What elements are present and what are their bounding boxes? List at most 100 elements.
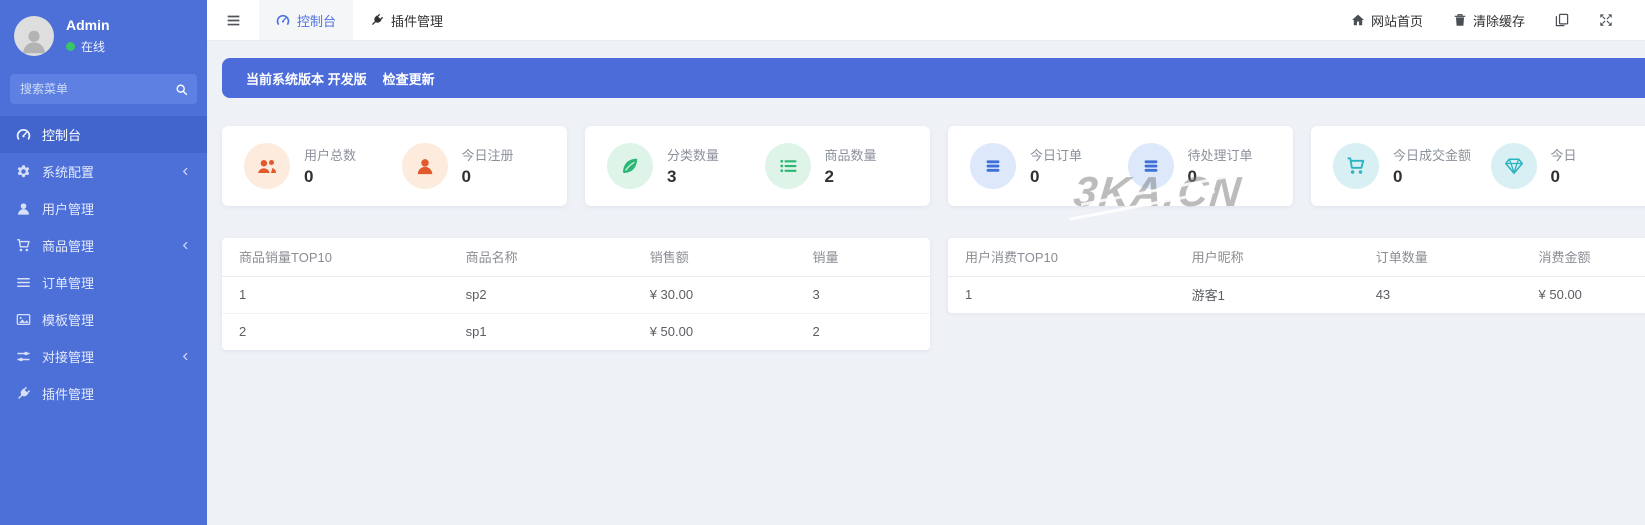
search-input[interactable]: [20, 82, 175, 96]
bars-icon: [1127, 143, 1174, 189]
stat-value: 3: [667, 167, 677, 186]
user-spending-table: 用户消费TOP10 用户昵称 订单数量 消费金额 1 游客1 43 ¥ 50.0…: [948, 238, 1645, 313]
cart-icon: [1333, 143, 1379, 189]
sidebar-item-plugin-management[interactable]: 插件管理: [0, 375, 207, 412]
diamond-icon: [1490, 143, 1537, 189]
stat-value: 0: [1393, 167, 1403, 186]
plug-icon: [370, 13, 384, 27]
chevron-left-icon: [180, 240, 191, 251]
cell-sales-count: 2: [812, 324, 820, 340]
sidebar-item-label: 系统配置: [42, 165, 95, 180]
sidebar-item-user-management[interactable]: 用户管理: [0, 190, 207, 227]
sidebar-item-label: 订单管理: [42, 276, 95, 291]
column-header: 订单数量: [1365, 238, 1529, 277]
tables-row: 商品销量TOP10 商品名称 销售额 销量 1 sp2 ¥ 30.00 3 2 …: [222, 238, 1645, 350]
sidebar-item-dashboard[interactable]: 控制台: [0, 116, 207, 153]
template-icon: [16, 312, 31, 327]
sidebar-item-order-management[interactable]: 订单管理: [0, 264, 207, 301]
tab-plugin-management[interactable]: 插件管理: [353, 0, 460, 40]
online-status-dot: [66, 42, 75, 51]
cell-rank: 2: [239, 324, 247, 340]
dashboard-icon: [276, 13, 290, 27]
stat-card-catalog: 分类数量 3 商品数量 2: [585, 126, 930, 206]
stat-today-other: 今日 0: [1490, 143, 1645, 189]
stat-card-users: 用户总数 0 今日注册 0: [222, 126, 567, 206]
user-icon: [16, 201, 31, 216]
tab-dashboard[interactable]: 控制台: [259, 0, 354, 40]
leaf-icon: [607, 143, 653, 189]
site-home-label: 网站首页: [1370, 13, 1423, 29]
stat-total-users: 用户总数 0: [244, 143, 402, 189]
cell-sales-count: 3: [802, 276, 930, 314]
stat-pending-orders: 待处理订单 0: [1127, 143, 1286, 189]
main-content: 当前系统版本 开发版 检查更新 用户总数 0 今日注册 0 分类数量 3 商品数…: [207, 41, 1645, 525]
cell-spend-amount: ¥ 50.00: [1538, 287, 1582, 303]
cart-icon: [16, 238, 31, 253]
version-alert-bar: 当前系统版本 开发版 检查更新: [222, 58, 1645, 98]
table-row: 1 游客1 43 ¥ 50.00: [948, 276, 1645, 313]
sidebar-item-template-management[interactable]: 模板管理: [0, 301, 207, 338]
chevron-left-icon: [180, 351, 191, 362]
site-home-link[interactable]: 网站首页: [1351, 11, 1423, 30]
search-icon[interactable]: [175, 83, 188, 96]
check-update-link[interactable]: 检查更新: [383, 69, 435, 88]
copy-icon: [1555, 13, 1569, 27]
list-icon: [16, 275, 31, 290]
bars-icon: [970, 143, 1016, 189]
menu-search: [10, 74, 197, 104]
fullscreen-button[interactable]: [1599, 13, 1613, 27]
table-title: 用户消费TOP10: [948, 238, 1182, 277]
users-icon: [244, 143, 290, 189]
copy-button[interactable]: [1555, 13, 1569, 27]
trash-icon: [1453, 13, 1467, 27]
clear-cache-button[interactable]: 清除缓存: [1453, 11, 1525, 30]
sidebar-item-label: 用户管理: [42, 202, 95, 217]
stat-value: 0: [304, 167, 314, 186]
column-header: 商品名称: [455, 238, 640, 277]
table-row: 2 sp1 ¥ 50.00 2: [222, 313, 930, 350]
stat-cards-row: 用户总数 0 今日注册 0 分类数量 3 商品数量 2 今日订单 0 待处理订单…: [222, 126, 1645, 206]
sidebar-toggle-button[interactable]: [207, 0, 259, 40]
column-header: 销售额: [639, 238, 803, 277]
stat-label: 今日订单: [1030, 148, 1083, 163]
user-name: Admin: [66, 17, 110, 33]
sidebar-item-integration-management[interactable]: 对接管理: [0, 338, 207, 375]
online-status-label: 在线: [81, 40, 106, 54]
stat-product-count: 商品数量 2: [764, 143, 923, 189]
stat-label: 今日注册: [461, 148, 514, 163]
stat-label: 商品数量: [824, 148, 877, 163]
sidebar: Admin 在线 控制台 系统配置 用户管理 商品管理: [0, 0, 207, 525]
stat-label: 待处理订单: [1187, 148, 1253, 163]
column-header: 销量: [802, 238, 930, 277]
stat-category-count: 分类数量 3: [607, 143, 765, 189]
sidebar-item-label: 插件管理: [42, 387, 95, 402]
user-panel: Admin 在线: [0, 0, 207, 66]
user-icon: [401, 143, 448, 189]
stat-value: 2: [824, 167, 834, 186]
sidebar-item-label: 对接管理: [42, 350, 95, 365]
sidebar-item-product-management[interactable]: 商品管理: [0, 227, 207, 264]
stat-value: 0: [1030, 167, 1040, 186]
stat-value: 0: [461, 167, 471, 186]
chevron-left-icon: [180, 166, 191, 177]
sidebar-item-label: 商品管理: [42, 239, 95, 254]
table-header-row: 用户消费TOP10 用户昵称 订单数量 消费金额: [948, 238, 1645, 277]
person-icon: [19, 26, 49, 56]
avatar[interactable]: [14, 16, 54, 56]
sidebar-item-system-config[interactable]: 系统配置: [0, 153, 207, 190]
sidebar-menu: 控制台 系统配置 用户管理 商品管理 订单管理 模板管理 对接管理 插件管理: [0, 116, 207, 412]
hamburger-icon: [225, 12, 242, 29]
cell-sales-amount: ¥ 30.00: [639, 276, 803, 314]
stat-value: 0: [1187, 167, 1197, 186]
stat-card-revenue: 今日成交金额 0 今日 0: [1311, 126, 1645, 206]
stat-today-revenue: 今日成交金额 0: [1333, 143, 1491, 189]
topbar: 控制台 插件管理 网站首页 清除缓存: [207, 0, 1645, 41]
cell-rank: 1: [965, 287, 973, 303]
version-text: 当前系统版本 开发版: [246, 71, 367, 87]
stat-label: 今日成交金额: [1393, 148, 1472, 163]
table-row: 1 sp2 ¥ 30.00 3: [222, 276, 930, 314]
stat-label: 用户总数: [304, 148, 357, 163]
home-icon: [1351, 13, 1365, 27]
cell-sales-amount: ¥ 50.00: [649, 324, 694, 340]
tab-label: 插件管理: [391, 13, 444, 29]
